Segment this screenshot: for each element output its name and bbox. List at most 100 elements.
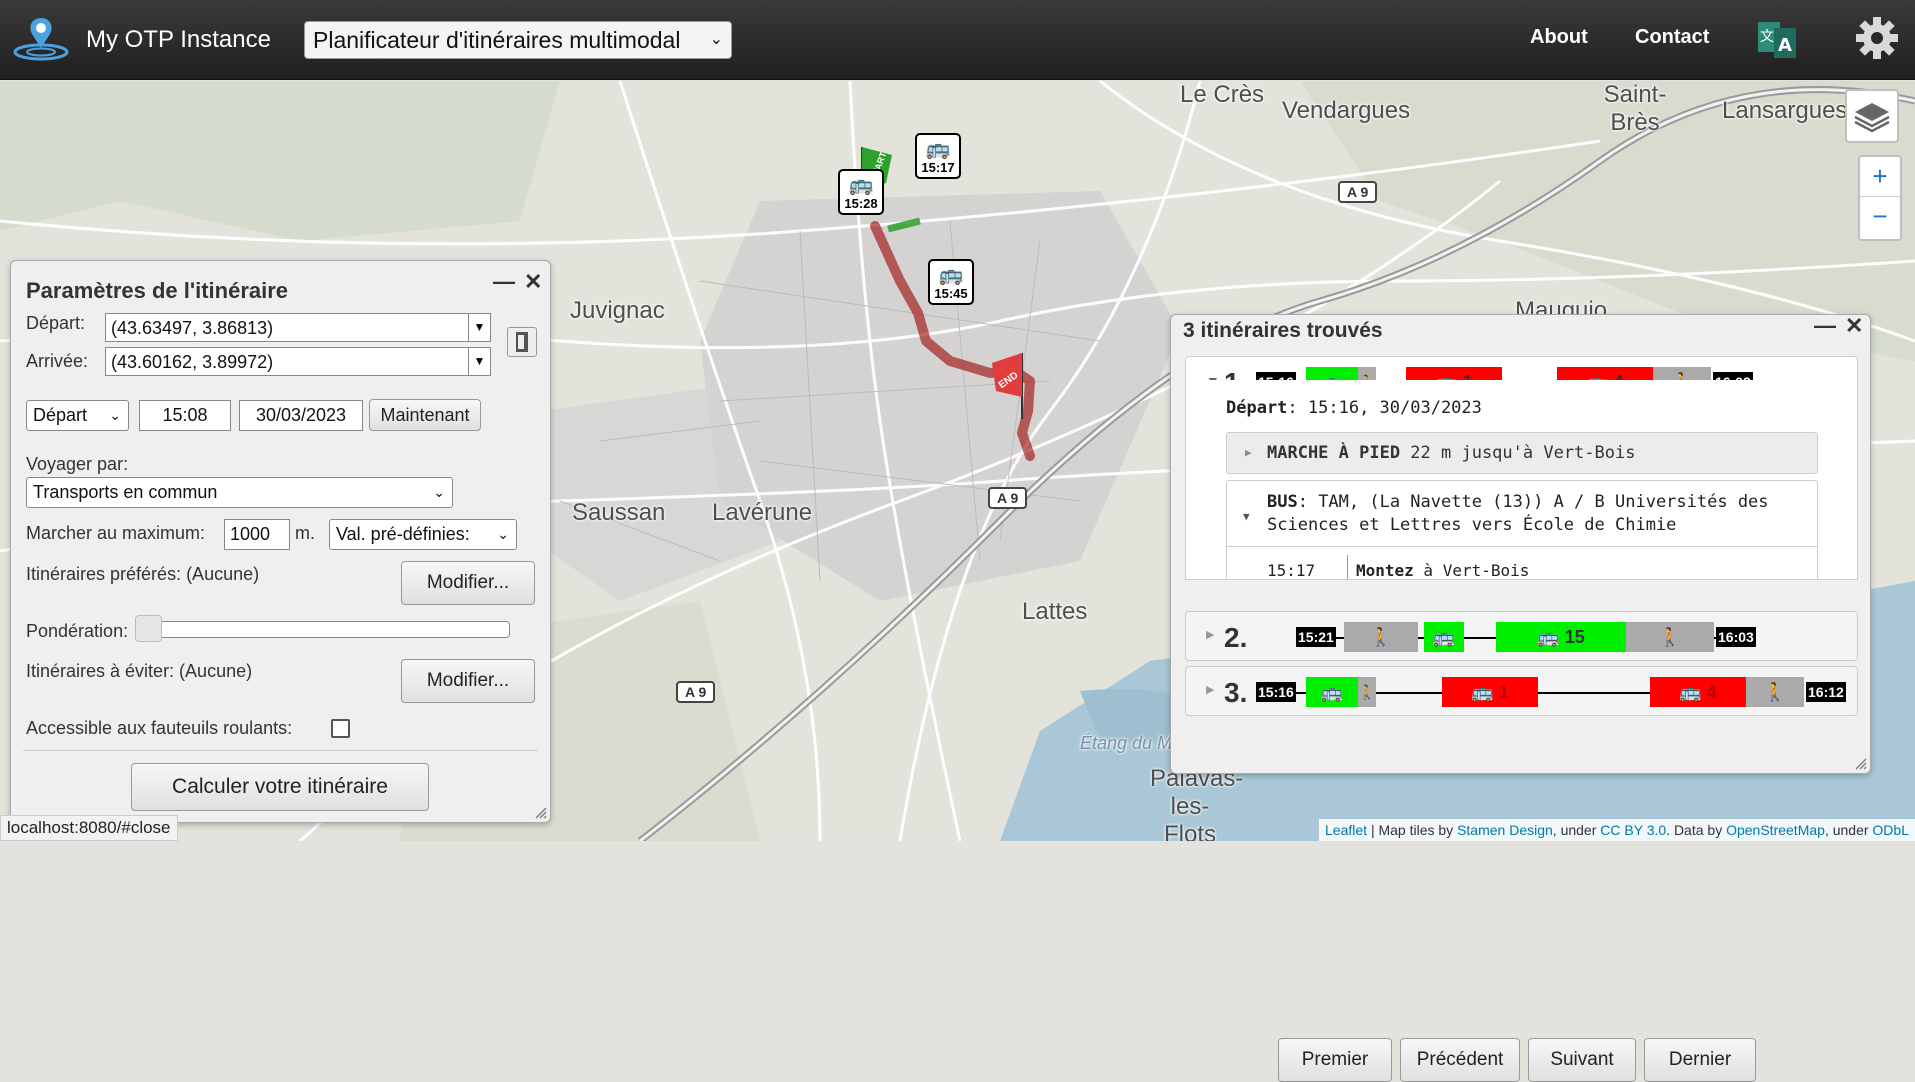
bus-icon: 🚌 xyxy=(1471,682,1494,702)
language-icon[interactable]: A 文 xyxy=(1758,20,1796,60)
resize-handle-icon[interactable] xyxy=(535,807,547,819)
osm-link[interactable]: OpenStreetMap xyxy=(1726,822,1825,838)
travel-mode-select[interactable]: Transports en commun ⌄ xyxy=(26,477,453,508)
bus-leg-header[interactable]: ▼ BUS: TAM, (La Navette (13)) A / B Univ… xyxy=(1227,481,1817,547)
route-number: 4 xyxy=(1706,682,1717,702)
ccby-link[interactable]: CC BY 3.0 xyxy=(1600,822,1666,838)
stop-action: Montez xyxy=(1356,561,1414,580)
layers-control[interactable] xyxy=(1845,89,1899,143)
next-page-button[interactable]: Suivant xyxy=(1528,1038,1636,1082)
attribution-text: , under xyxy=(1824,822,1873,838)
gear-icon[interactable] xyxy=(1855,16,1899,60)
close-button[interactable]: ✕ xyxy=(524,269,542,295)
resize-handle-icon[interactable] xyxy=(1855,758,1867,770)
walk-leg-header[interactable]: ▶ MARCHE À PIED 22 m jusqu'à Vert-Bois xyxy=(1226,432,1818,474)
bus-icon: 🚌 xyxy=(925,138,951,160)
depart-input[interactable]: (43.63497, 3.86813) xyxy=(105,313,469,342)
stop-time: 15:17 xyxy=(1267,561,1316,580)
chevron-down-icon: ⌄ xyxy=(433,484,445,500)
attribution-text: . Data by xyxy=(1666,822,1727,838)
nav-contact[interactable]: Contact xyxy=(1635,26,1709,49)
date-input[interactable]: 30/03/2023 xyxy=(239,400,363,431)
walk-icon: 🚶 xyxy=(1369,627,1393,647)
leg-walk: 🚶 xyxy=(1626,622,1714,652)
previous-page-button[interactable]: Précédent xyxy=(1400,1038,1520,1082)
preferred-routes-label: Itinéraires préférés: (Aucune) xyxy=(26,564,260,584)
map-label-laverune: Lavérune xyxy=(712,499,813,526)
time-mode-value: Départ xyxy=(33,405,88,425)
modify-preferred-button[interactable]: Modifier... xyxy=(401,561,535,605)
otp-logo-icon[interactable] xyxy=(10,14,72,64)
itinerary-params-panel: Paramètres de l'itinéraire — ✕ Départ: (… xyxy=(10,260,551,823)
depart-dropdown-button[interactable]: ▼ xyxy=(468,313,491,342)
zoom-in-button[interactable]: + xyxy=(1860,157,1900,197)
itinerary-1-details: Départ: 15:16, 30/03/2023 ▶ MARCHE À PIE… xyxy=(1185,380,1858,580)
wheelchair-checkbox[interactable] xyxy=(331,719,350,738)
minimize-button[interactable]: — xyxy=(493,269,515,295)
triangle-down-icon: ▼ xyxy=(473,320,486,334)
triangle-down-icon: ▼ xyxy=(1243,510,1250,523)
transit-marker[interactable]: 🚌 15:17 xyxy=(915,133,961,179)
swap-icon xyxy=(516,332,528,352)
time-mode-select[interactable]: Départ ⌄ xyxy=(26,400,129,431)
bus-icon: 🚌 xyxy=(1679,682,1702,702)
transit-marker[interactable]: 🚌 15:28 xyxy=(838,169,884,215)
modify-avoid-button[interactable]: Modifier... xyxy=(401,659,535,703)
leg-walk: 🚶 xyxy=(1746,677,1804,707)
brand-title[interactable]: My OTP Instance xyxy=(86,26,271,54)
weighting-slider-handle[interactable] xyxy=(135,615,162,642)
stamen-link[interactable]: Stamen Design xyxy=(1457,822,1553,838)
swap-locations-button[interactable] xyxy=(507,327,537,357)
map-label-saussan: Saussan xyxy=(572,499,666,526)
last-page-button[interactable]: Dernier xyxy=(1644,1038,1756,1082)
bus-icon: 🚌 xyxy=(1432,627,1456,647)
weighting-slider[interactable] xyxy=(148,621,510,638)
status-bar-url: localhost:8080/#close xyxy=(0,815,178,841)
avoid-routes-label: Itinéraires à éviter: (Aucune) xyxy=(26,661,253,681)
weighting-label: Pondération: xyxy=(26,621,129,641)
arrivee-dropdown-button[interactable]: ▼ xyxy=(468,347,491,376)
minimize-button[interactable]: — xyxy=(1814,313,1836,339)
itinerary-end-time: 16:12 xyxy=(1806,682,1846,702)
bus-leg-text: : TAM, (La Navette (13)) A / B Universit… xyxy=(1267,492,1769,535)
itinerary-2-header[interactable]: ▶ 2. 15:21 🚶 🚌 🚌 15 🚶 16:03 xyxy=(1185,611,1858,661)
now-button[interactable]: Maintenant xyxy=(369,399,481,431)
depart-label: Départ: xyxy=(26,313,86,333)
preset-select[interactable]: Val. pré-définies: ⌄ xyxy=(329,519,517,550)
walk-leg-mode: MARCHE À PIED xyxy=(1267,443,1401,463)
map-attribution: Leaflet | Map tiles by Stamen Design, un… xyxy=(1319,819,1915,841)
chevron-down-icon: ⌄ xyxy=(709,31,723,48)
itinerary-end-time: 16:03 xyxy=(1716,627,1756,647)
bus-leg: ▼ BUS: TAM, (La Navette (13)) A / B Univ… xyxy=(1226,480,1818,580)
close-button[interactable]: ✕ xyxy=(1845,313,1863,339)
max-walk-input[interactable]: 1000 xyxy=(224,519,290,550)
max-walk-label: Marcher au maximum: xyxy=(26,523,206,543)
end-flag-marker[interactable]: END xyxy=(986,349,1026,419)
triangle-down-icon: ▼ xyxy=(473,354,486,368)
router-select[interactable]: Planificateur d'itinéraires multimodal ⌄ xyxy=(304,21,732,59)
map-label-lattes: Lattes xyxy=(1022,598,1088,625)
time-input[interactable]: 15:08 xyxy=(139,400,231,431)
leg-bus: 🚌 1 xyxy=(1442,677,1538,707)
map-label-saint-bres: Saint-Brès xyxy=(1603,81,1667,136)
nav-about[interactable]: About xyxy=(1530,26,1588,49)
leaflet-link[interactable]: Leaflet xyxy=(1325,822,1367,838)
marker-time: 15:17 xyxy=(921,160,955,175)
first-page-button[interactable]: Premier xyxy=(1278,1038,1392,1082)
zoom-out-button[interactable]: − xyxy=(1860,197,1900,237)
walk-leg-text: 22 m jusqu'à Vert-Bois xyxy=(1400,443,1636,463)
bus-icon: 🚌 xyxy=(1320,682,1344,702)
route-number: 1 xyxy=(1498,682,1509,702)
leg-bus: 🚌 xyxy=(1424,622,1464,652)
itinerary-3-header[interactable]: ▶ 3. 15:16 🚌 🚶 🚌 1 🚌 4 🚶 16:12 xyxy=(1185,666,1858,716)
walk-icon: 🚶 xyxy=(1658,627,1682,647)
arrivee-input[interactable]: (43.60162, 3.89972) xyxy=(105,347,469,376)
chevron-down-icon: ⌄ xyxy=(109,407,121,423)
calculate-itinerary-button[interactable]: Calculer votre itinéraire xyxy=(131,763,429,811)
bus-icon: 🚌 xyxy=(848,174,874,196)
zoom-control: + − xyxy=(1858,155,1902,241)
svg-text:A: A xyxy=(1778,35,1792,56)
transit-marker[interactable]: 🚌 15:45 xyxy=(928,259,974,305)
odbl-link[interactable]: ODbL xyxy=(1872,822,1909,838)
panel-title: Paramètres de l'itinéraire xyxy=(26,278,289,303)
